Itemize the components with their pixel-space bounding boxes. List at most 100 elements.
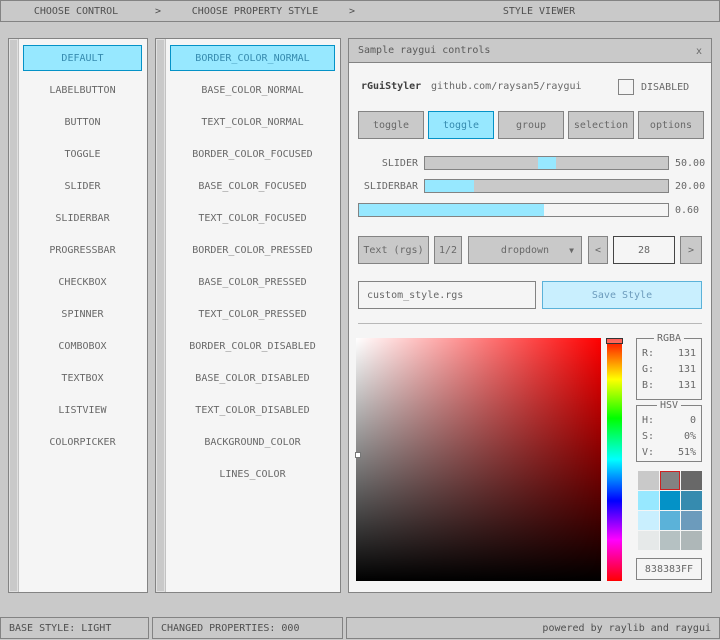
control-item-textbox[interactable]: TEXTBOX — [23, 365, 142, 391]
dropdown-selected-label: dropdown — [501, 245, 549, 256]
control-item-spinner[interactable]: SPINNER — [23, 301, 142, 327]
slider-value: 50.00 — [675, 158, 705, 169]
control-item-toggle[interactable]: TOGGLE — [23, 141, 142, 167]
property-item-border-color-pressed[interactable]: BORDER_COLOR_PRESSED — [170, 237, 335, 263]
property-item-base-color-pressed[interactable]: BASE_COLOR_PRESSED — [170, 269, 335, 295]
status-base-style-text: BASE STYLE: LIGHT — [1, 623, 148, 634]
palette-swatch[interactable] — [660, 471, 681, 490]
property-item-lines-color[interactable]: LINES_COLOR — [170, 461, 335, 487]
breadcrumb-arrow-icon: > — [345, 6, 359, 17]
sliderbar-track[interactable] — [424, 179, 669, 193]
repo-link[interactable]: github.com/raysan5/raygui — [431, 81, 582, 92]
rgba-b-label: B: — [642, 380, 654, 391]
text-rgs-button[interactable]: Text (rgs) — [358, 236, 429, 264]
control-item-button[interactable]: BUTTON — [23, 109, 142, 135]
palette-swatch[interactable] — [660, 511, 681, 530]
palette-swatch[interactable] — [681, 511, 702, 530]
hsv-h-value: 0 — [690, 415, 696, 426]
hsv-s-value: 0% — [684, 431, 696, 442]
property-item-background-color[interactable]: BACKGROUND_COLOR — [170, 429, 335, 455]
slider-handle[interactable] — [538, 157, 556, 169]
color-cursor[interactable] — [355, 452, 361, 458]
sliderbar-value: 20.00 — [675, 181, 705, 192]
property-item-text-color-normal[interactable]: TEXT_COLOR_NORMAL — [170, 109, 335, 135]
palette-swatch[interactable] — [681, 531, 702, 550]
property-item-base-color-focused[interactable]: BASE_COLOR_FOCUSED — [170, 173, 335, 199]
control-item-listview[interactable]: LISTVIEW — [23, 397, 142, 423]
controls-scrollbar-thumb[interactable] — [10, 40, 17, 591]
palette-swatch[interactable] — [638, 471, 659, 490]
half-toggle-button[interactable]: 1/2 — [434, 236, 462, 264]
progress-fill — [359, 204, 544, 216]
spinner-increment-button[interactable]: > — [680, 236, 702, 264]
close-button[interactable]: x — [691, 43, 707, 59]
property-item-border-color-normal[interactable]: BORDER_COLOR_NORMAL — [170, 45, 335, 71]
hsv-h-label: H: — [642, 415, 654, 426]
status-changed-properties: CHANGED PROPERTIES: 000 — [152, 617, 343, 639]
hex-color-value-box[interactable]: 838383FF — [636, 558, 702, 580]
filename-input[interactable] — [358, 281, 536, 309]
palette-swatch[interactable] — [660, 491, 681, 510]
control-item-checkbox[interactable]: CHECKBOX — [23, 269, 142, 295]
spinner-value-box[interactable]: 28 — [613, 236, 675, 264]
spinner-decrement-button[interactable]: < — [588, 236, 608, 264]
control-item-colorpicker[interactable]: COLORPICKER — [23, 429, 142, 455]
hsv-s-label: S: — [642, 431, 654, 442]
slider-track[interactable] — [424, 156, 669, 170]
color-saturation-value-panel[interactable] — [356, 338, 601, 581]
control-item-slider[interactable]: SLIDER — [23, 173, 142, 199]
hsv-title: HSV — [657, 400, 681, 411]
hsv-v-label: V: — [642, 447, 654, 458]
toggle-group-item-toggle-1[interactable]: toggle — [358, 111, 424, 139]
hue-bar[interactable] — [607, 338, 622, 581]
property-item-border-color-focused[interactable]: BORDER_COLOR_FOCUSED — [170, 141, 335, 167]
disabled-label: DISABLED — [641, 82, 689, 93]
control-item-sliderbar[interactable]: SLIDERBAR — [23, 205, 142, 231]
toggle-group-item-options[interactable]: options — [638, 111, 704, 139]
dropdown-box[interactable]: dropdown ▼ — [468, 236, 582, 264]
disabled-checkbox[interactable] — [618, 79, 634, 95]
section-divider — [358, 323, 702, 324]
property-item-border-color-disabled[interactable]: BORDER_COLOR_DISABLED — [170, 333, 335, 359]
palette-swatch[interactable] — [681, 491, 702, 510]
status-credits: powered by raylib and raygui — [346, 617, 720, 639]
controls-scrollbar[interactable] — [9, 39, 19, 592]
control-item-combobox[interactable]: COMBOBOX — [23, 333, 142, 359]
hue-selector[interactable] — [606, 338, 623, 344]
properties-scrollbar[interactable] — [156, 39, 166, 592]
rgba-r-value: 131 — [678, 348, 696, 359]
save-style-button[interactable]: Save Style — [542, 281, 702, 309]
palette-swatch[interactable] — [638, 511, 659, 530]
style-palette-grid — [638, 471, 702, 550]
control-item-progressbar[interactable]: PROGRESSBAR — [23, 237, 142, 263]
palette-swatch[interactable] — [638, 531, 659, 550]
control-item-labelbutton[interactable]: LABELBUTTON — [23, 77, 142, 103]
properties-scrollbar-thumb[interactable] — [157, 40, 164, 591]
sample-controls-window: Sample raygui controls x rGuiStyler gith… — [348, 38, 712, 593]
status-base-style: BASE STYLE: LIGHT — [0, 617, 149, 639]
properties-list: BORDER_COLOR_NORMAL BASE_COLOR_NORMAL TE… — [155, 38, 341, 593]
toggle-group-item-toggle-2[interactable]: toggle — [428, 111, 494, 139]
slider-label: SLIDER — [358, 158, 418, 169]
control-item-default[interactable]: DEFAULT — [23, 45, 142, 71]
rgba-row-r: R: 131 — [637, 345, 701, 361]
brand-label: rGuiStyler — [361, 81, 421, 92]
property-item-base-color-normal[interactable]: BASE_COLOR_NORMAL — [170, 77, 335, 103]
sliderbar-fill — [425, 180, 474, 192]
palette-swatch[interactable] — [638, 491, 659, 510]
property-item-text-color-pressed[interactable]: TEXT_COLOR_PRESSED — [170, 301, 335, 327]
window-titlebar[interactable]: Sample raygui controls x — [349, 39, 711, 63]
toggle-group-item-selection[interactable]: selection — [568, 111, 634, 139]
palette-swatch[interactable] — [660, 531, 681, 550]
nav-step-choose-control: CHOOSE CONTROL — [1, 6, 151, 17]
property-item-text-color-disabled[interactable]: TEXT_COLOR_DISABLED — [170, 397, 335, 423]
property-item-base-color-disabled[interactable]: BASE_COLOR_DISABLED — [170, 365, 335, 391]
rgba-row-b: B: 131 — [637, 377, 701, 393]
rgba-row-g: G: 131 — [637, 361, 701, 377]
top-navigation-bar: CHOOSE CONTROL > CHOOSE PROPERTY STYLE >… — [0, 0, 720, 22]
hsv-v-value: 51% — [678, 447, 696, 458]
property-item-text-color-focused[interactable]: TEXT_COLOR_FOCUSED — [170, 205, 335, 231]
progress-bar — [358, 203, 669, 217]
palette-swatch[interactable] — [681, 471, 702, 490]
toggle-group-item-group[interactable]: group — [498, 111, 564, 139]
